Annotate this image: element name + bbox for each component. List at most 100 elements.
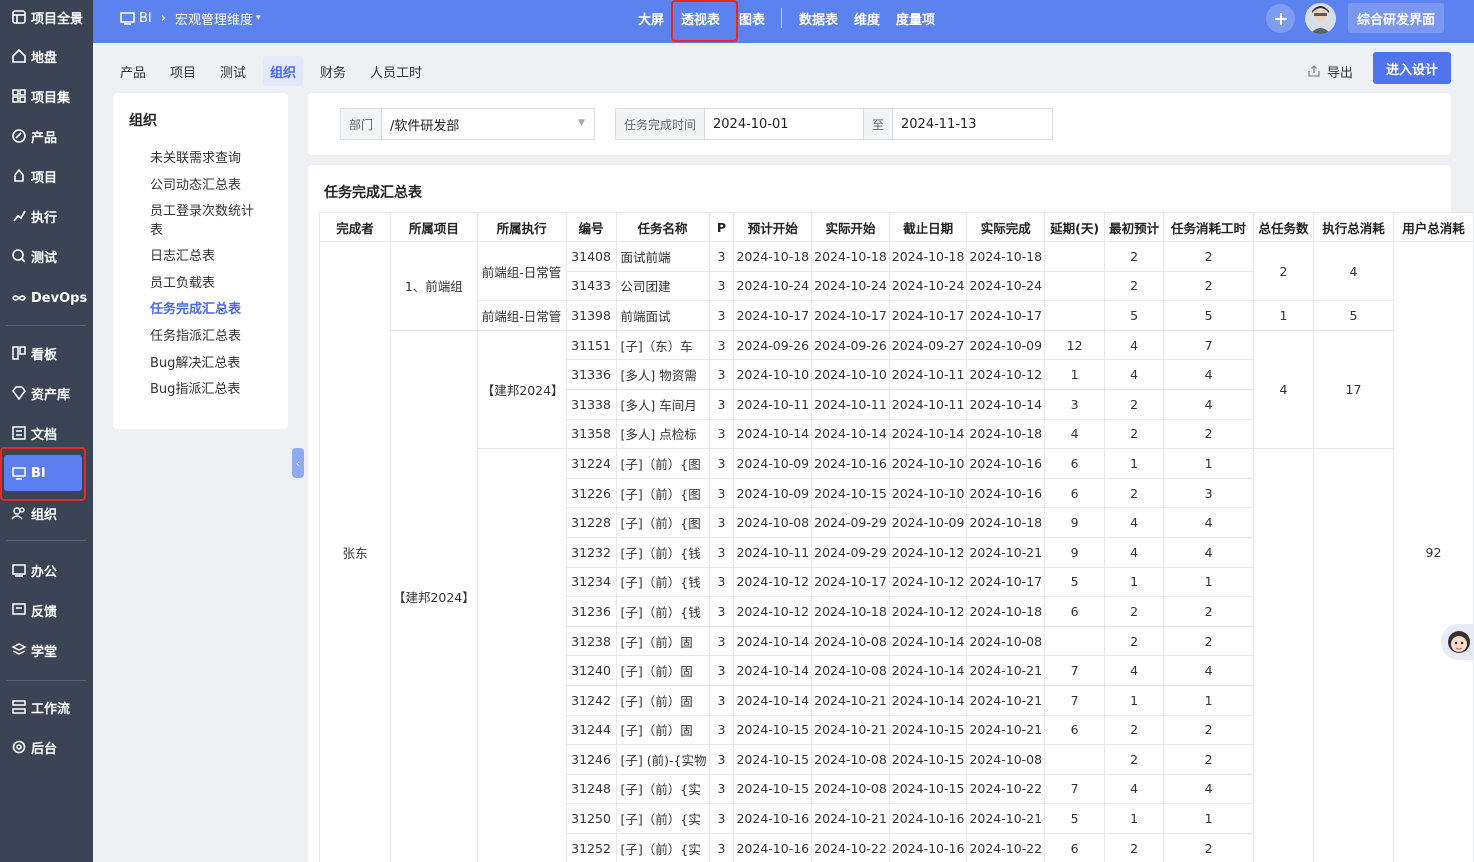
tab-product[interactable]: 产品 (113, 56, 153, 86)
sidebar-item-1[interactable]: 地盘 (0, 36, 93, 76)
feedback-icon (10, 601, 28, 619)
finished-cell: 2024-10-21 (966, 655, 1046, 686)
report-link-2[interactable]: 员工登录次数统计表 (150, 202, 260, 240)
task-id-cell: 31408 (565, 241, 617, 272)
column-header[interactable]: 执行总消耗 (1313, 212, 1394, 242)
finished-cell: 2024-10-14 (966, 388, 1046, 420)
column-header[interactable]: 用户总消耗 (1392, 212, 1474, 242)
column-header[interactable]: 截止日期 (888, 212, 968, 242)
report-link-0[interactable]: 未关联需求查询 (150, 149, 260, 168)
finished-cell: 2024-10-18 (966, 507, 1046, 538)
column-header[interactable]: 任务名称 (615, 212, 710, 242)
top-nav-dimension[interactable]: 维度 (854, 0, 880, 36)
export-button[interactable]: 导出 (1307, 56, 1353, 86)
top-nav-bigscreen[interactable]: 大屏 (638, 0, 664, 36)
column-header[interactable]: 总任务数 (1253, 212, 1315, 242)
task-id-cell: 31398 (565, 300, 617, 331)
column-header[interactable]: P (708, 212, 735, 242)
consumed-cell: 1 (1163, 684, 1255, 716)
finished-cell: 2024-10-12 (966, 359, 1046, 390)
report-link-4[interactable]: 员工负载表 (150, 274, 260, 293)
breadcrumb-dimension[interactable]: 宏观管理维度 (175, 9, 253, 28)
assistant-avatar[interactable] (1441, 624, 1474, 660)
task-name-cell: [子]（前）{钱 (615, 536, 710, 568)
column-header[interactable]: 完成者 (319, 212, 391, 242)
sidebar-item-label: 项目集 (31, 90, 71, 106)
column-header[interactable]: 延期(天) (1044, 212, 1106, 242)
report-link-7[interactable]: Bug解决汇总表 (150, 354, 260, 373)
delay-cell: 1 (1044, 359, 1106, 390)
actual-start-cell: 2024-10-24 (811, 270, 890, 302)
dept-select[interactable]: /软件研发部 ▼ (381, 108, 595, 140)
sidebar-item-9[interactable]: 资产库 (0, 373, 93, 413)
sidebar-item-2[interactable]: 项目集 (0, 76, 93, 116)
date-to-input[interactable]: 2024-11-13 (892, 108, 1053, 140)
sidebar-item-16[interactable]: 工作流 (0, 687, 93, 727)
delay-cell: 9 (1044, 536, 1106, 568)
task-name-cell: [子]（东）车 (615, 329, 710, 361)
column-header[interactable]: 预计开始 (733, 212, 813, 242)
tab-project[interactable]: 项目 (163, 56, 203, 86)
report-link-5[interactable]: 任务完成汇总表 (150, 300, 260, 319)
deadline-cell: 2024-10-09 (888, 507, 968, 538)
priority-cell: 3 (708, 655, 735, 686)
avatar[interactable] (1305, 3, 1336, 34)
column-header[interactable]: 编号 (565, 212, 617, 242)
caret-down-icon[interactable]: ▾ (256, 13, 261, 23)
column-header[interactable]: 实际开始 (811, 212, 890, 242)
estimate-cell: 2 (1104, 241, 1165, 272)
consumed-cell: 4 (1163, 773, 1255, 805)
finished-cell: 2024-10-17 (966, 300, 1046, 331)
planned-start-cell: 2024-10-14 (733, 625, 813, 657)
integrated-dev-button[interactable]: 综合研发界面 (1348, 3, 1444, 33)
actual-start-cell: 2024-10-18 (811, 241, 890, 272)
column-header[interactable]: 任务消耗工时 (1163, 212, 1255, 242)
finished-cell: 2024-10-21 (966, 684, 1046, 716)
app-name[interactable]: BI (139, 11, 152, 26)
table-row[interactable]: 31224 [子]（前）{图 3 2024-10-09 2024-10-16 2024-1… (320, 448, 1474, 862)
top-nav-measure[interactable]: 度量项 (896, 0, 935, 36)
sidebar-item-0[interactable]: 项目全景 (0, 0, 93, 37)
deadline-cell: 2024-09-27 (888, 329, 968, 361)
report-link-8[interactable]: Bug指派汇总表 (150, 380, 260, 399)
collapse-panel-button[interactable]: ‹ (292, 448, 304, 478)
report-link-3[interactable]: 日志汇总表 (150, 247, 260, 266)
sidebar-item-17[interactable]: 后台 (0, 727, 93, 767)
planned-start-cell: 2024-09-26 (733, 329, 813, 361)
table-row[interactable]: 【建邦2024】 【建邦2024】 31151 [子]（东）车 3 2024-09-26 2… (320, 329, 1474, 862)
column-header[interactable]: 所属项目 (389, 212, 478, 242)
sidebar-item-8[interactable]: 看板 (0, 333, 93, 373)
tab-organization[interactable]: 组织 (263, 56, 304, 86)
report-link-6[interactable]: 任务指派汇总表 (150, 327, 260, 346)
add-icon[interactable] (1266, 4, 1295, 33)
sidebar-item-7[interactable]: DevOps (0, 278, 93, 318)
date-from-input[interactable]: 2024-10-01 (704, 108, 864, 140)
execution-cell: 前端组-日常管 (476, 240, 567, 302)
report-link-1[interactable]: 公司动态汇总表 (150, 176, 260, 195)
sidebar-item-14[interactable]: 反馈 (0, 590, 93, 630)
sidebar-item-4[interactable]: 项目 (0, 156, 93, 196)
priority-cell: 3 (708, 714, 735, 746)
sidebar-item-13[interactable]: 办公 (0, 550, 93, 590)
sidebar-item-3[interactable]: 产品 (0, 116, 93, 156)
tab-test[interactable]: 测试 (213, 56, 253, 86)
table-row[interactable]: 张东 1、前端组 前端组-日常管 31408 面试前端 3 2024-10-18 2024-1… (319, 240, 1474, 862)
finished-cell: 2024-10-09 (966, 329, 1046, 361)
actual-start-cell: 2024-09-26 (811, 329, 890, 361)
top-nav-chart[interactable]: 图表 (739, 0, 765, 36)
column-header[interactable]: 最初预计 (1104, 212, 1165, 242)
tab-finance[interactable]: 财务 (313, 56, 353, 86)
column-header[interactable]: 实际完成 (966, 212, 1046, 242)
execution-total-cell (1313, 448, 1394, 862)
deadline-cell: 2024-10-14 (888, 684, 968, 716)
table-row[interactable]: 前端组-日常管 31398 前端面试 3 2024-10-17 2024-10-17 202… (320, 300, 1474, 331)
sidebar-item-15[interactable]: 学堂 (0, 630, 93, 670)
column-header[interactable]: 所属执行 (476, 212, 567, 242)
top-nav-datatable[interactable]: 数据表 (799, 0, 838, 36)
task-name-cell: [子]（前）{图 (615, 448, 710, 479)
sidebar-item-6[interactable]: 测试 (0, 236, 93, 276)
tab-worktime[interactable]: 人员工时 (363, 56, 429, 86)
sidebar-item-5[interactable]: 执行 (0, 196, 93, 236)
project-cell: 【建邦2024】 (389, 329, 478, 862)
enter-design-button[interactable]: 进入设计 (1373, 52, 1451, 84)
